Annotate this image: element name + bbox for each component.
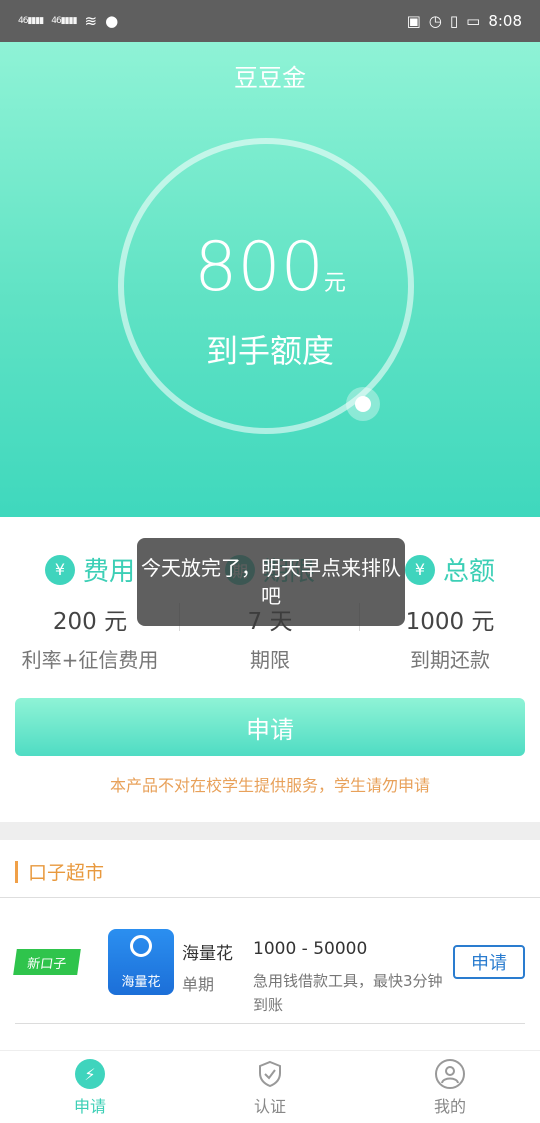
- item-apply-button[interactable]: 申请: [453, 945, 525, 979]
- section-gap: [0, 822, 540, 840]
- yen-icon: ¥: [44, 554, 75, 585]
- clock: 8:08: [488, 12, 522, 30]
- new-tag-badge: 新口子: [13, 949, 81, 975]
- nav-label: 认证: [253, 1097, 286, 1116]
- vibrate-icon: ▯: [449, 12, 459, 30]
- nav-item-apply[interactable]: ⚡ 申请: [0, 1059, 180, 1117]
- row-divider: [15, 1023, 525, 1024]
- nav-label: 我的: [433, 1097, 466, 1116]
- hero-panel: 豆豆金 800元 到手额度: [0, 42, 540, 517]
- nav-item-verify[interactable]: 认证: [180, 1059, 360, 1117]
- signal-icon: 46▮▮▮▮: [18, 16, 44, 26]
- quota-amount: 800元: [0, 228, 540, 307]
- app-icon: 海量花: [108, 929, 174, 995]
- bottom-nav: ⚡ 申请 认证 我的: [0, 1050, 540, 1123]
- stat-title: 费用: [82, 557, 135, 587]
- student-notice: 本产品不对在校学生提供服务，学生请勿申请: [109, 776, 430, 795]
- ring-indicator-dot: [346, 387, 380, 421]
- section-title-text: 口子超市: [28, 862, 105, 884]
- wifi-icon: ≋: [84, 12, 98, 30]
- stat-sub: 期限: [250, 648, 290, 672]
- signal-icon-2: 46▮▮▮▮: [51, 16, 77, 26]
- app-name: 海量花: [182, 944, 233, 964]
- status-bar: 46▮▮▮▮ 46▮▮▮▮ ≋ ● ▣ ◷ ▯ ▭ 8:08: [0, 0, 540, 42]
- lightning-icon: ⚡: [75, 1059, 105, 1089]
- quota-unit: 元: [323, 271, 346, 296]
- stat-sub: 到期还款: [410, 648, 490, 672]
- nfc-icon: ▣: [406, 12, 421, 30]
- page-title: 豆豆金: [234, 64, 306, 92]
- message-icon: ●: [105, 12, 119, 30]
- quota-number: 800: [194, 228, 324, 307]
- section-accent-bar: [15, 860, 18, 883]
- stat-sub: 利率+征信费用: [21, 648, 159, 672]
- section-divider: [0, 897, 540, 898]
- alarm-icon: ◷: [428, 12, 442, 30]
- app-description: 急用钱借款工具，最快3分钟到账: [253, 972, 443, 1014]
- app-logo-icon: [130, 934, 152, 957]
- stat-title: 总额: [442, 557, 495, 587]
- section-title: 口子超市: [15, 858, 104, 885]
- money-bag-icon: ¥: [404, 554, 435, 585]
- app-icon-label: 海量花: [121, 974, 161, 990]
- toast-message: 今天放完了，明天早点来排队吧: [137, 538, 405, 626]
- quota-label: 到手额度: [205, 332, 334, 370]
- app-term: 单期: [182, 975, 215, 994]
- shield-check-icon: [255, 1059, 285, 1089]
- apply-button[interactable]: 申请: [15, 698, 525, 756]
- nav-item-mine[interactable]: 我的: [360, 1059, 540, 1117]
- app-amount-range: 1000 - 50000: [253, 939, 368, 959]
- battery-icon: ▭: [466, 12, 481, 30]
- user-icon: [435, 1059, 465, 1089]
- nav-label: 申请: [73, 1097, 106, 1116]
- list-item[interactable]: 新口子 海量花 海量花 单期 1000 - 50000 急用钱借款工具，最快3分…: [0, 915, 540, 1025]
